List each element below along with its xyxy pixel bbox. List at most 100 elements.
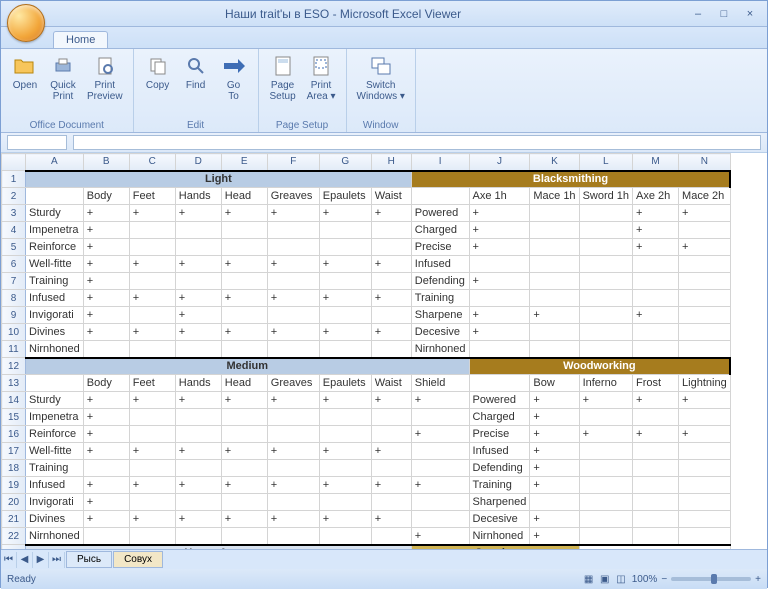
- cell[interactable]: +: [221, 256, 267, 273]
- cell[interactable]: [679, 443, 731, 460]
- cell[interactable]: [175, 460, 221, 477]
- cell[interactable]: [319, 426, 371, 443]
- cell[interactable]: Greaves: [267, 188, 319, 205]
- cell[interactable]: [530, 273, 579, 290]
- cell[interactable]: +: [633, 392, 679, 409]
- col-header[interactable]: K: [530, 154, 579, 171]
- cell[interactable]: +: [175, 205, 221, 222]
- cell[interactable]: +: [319, 443, 371, 460]
- cell[interactable]: [175, 409, 221, 426]
- cell[interactable]: +: [411, 528, 469, 545]
- cell[interactable]: [129, 528, 175, 545]
- zoom-slider[interactable]: [671, 577, 751, 581]
- cell[interactable]: +: [267, 324, 319, 341]
- cell[interactable]: +: [83, 273, 129, 290]
- cell[interactable]: +: [267, 443, 319, 460]
- cell[interactable]: [579, 239, 632, 256]
- cell[interactable]: +: [530, 392, 579, 409]
- cell[interactable]: Well-fitte: [26, 256, 84, 273]
- cell[interactable]: +: [83, 290, 129, 307]
- cell[interactable]: +: [221, 511, 267, 528]
- cell[interactable]: Infused: [411, 256, 469, 273]
- cell[interactable]: +: [371, 290, 411, 307]
- cell[interactable]: [83, 528, 129, 545]
- cell[interactable]: +: [267, 511, 319, 528]
- cell[interactable]: [633, 324, 679, 341]
- cell[interactable]: Inferno: [579, 375, 632, 392]
- cell[interactable]: [129, 307, 175, 324]
- cell[interactable]: [633, 511, 679, 528]
- cell[interactable]: [579, 409, 632, 426]
- row-header[interactable]: 23: [2, 545, 26, 550]
- col-header[interactable]: B: [83, 154, 129, 171]
- cell[interactable]: +: [679, 239, 731, 256]
- cell[interactable]: [579, 528, 632, 545]
- col-header[interactable]: G: [319, 154, 371, 171]
- cell[interactable]: +: [633, 426, 679, 443]
- cell[interactable]: [679, 494, 731, 511]
- cell[interactable]: +: [530, 528, 579, 545]
- cell[interactable]: Divines: [26, 511, 84, 528]
- cell[interactable]: Epaulets: [319, 188, 371, 205]
- cell[interactable]: Body: [83, 375, 129, 392]
- cell[interactable]: Infused: [469, 443, 530, 460]
- cell[interactable]: Axe 2h: [633, 188, 679, 205]
- cell[interactable]: Infused: [26, 290, 84, 307]
- cell[interactable]: [319, 341, 371, 358]
- cell[interactable]: [267, 409, 319, 426]
- cell[interactable]: [371, 494, 411, 511]
- cell[interactable]: [679, 409, 731, 426]
- cell[interactable]: [267, 273, 319, 290]
- cell[interactable]: +: [530, 511, 579, 528]
- cell[interactable]: [411, 188, 469, 205]
- cell[interactable]: [221, 239, 267, 256]
- cell[interactable]: [633, 460, 679, 477]
- cell[interactable]: [633, 443, 679, 460]
- cell[interactable]: Shield: [411, 375, 469, 392]
- cell[interactable]: [267, 426, 319, 443]
- cell[interactable]: [679, 528, 731, 545]
- col-header[interactable]: H: [371, 154, 411, 171]
- cell[interactable]: +: [175, 477, 221, 494]
- cell[interactable]: [579, 511, 632, 528]
- cell[interactable]: +: [633, 239, 679, 256]
- cell[interactable]: [83, 460, 129, 477]
- cell[interactable]: +: [371, 205, 411, 222]
- cell[interactable]: +: [267, 477, 319, 494]
- cell[interactable]: [579, 494, 632, 511]
- cell[interactable]: +: [175, 511, 221, 528]
- cell[interactable]: [679, 341, 731, 358]
- cell[interactable]: Precise: [411, 239, 469, 256]
- cell[interactable]: +: [371, 324, 411, 341]
- cell[interactable]: Waist: [371, 188, 411, 205]
- row-header[interactable]: 5: [2, 239, 26, 256]
- row-header[interactable]: 16: [2, 426, 26, 443]
- col-header[interactable]: I: [411, 154, 469, 171]
- row-header[interactable]: 9: [2, 307, 26, 324]
- cell[interactable]: [221, 409, 267, 426]
- cell[interactable]: [129, 273, 175, 290]
- ribbon-quick-print[interactable]: QuickPrint: [45, 52, 81, 119]
- cell[interactable]: [221, 307, 267, 324]
- cell[interactable]: [129, 460, 175, 477]
- ribbon-switch-windows-[interactable]: SwitchWindows ▾: [353, 52, 409, 119]
- ribbon-find[interactable]: Find: [178, 52, 214, 119]
- ribbon-page-setup[interactable]: PageSetup: [265, 52, 301, 119]
- cell[interactable]: +: [83, 392, 129, 409]
- cell[interactable]: Decesive: [411, 324, 469, 341]
- cell[interactable]: +: [129, 511, 175, 528]
- cell[interactable]: +: [221, 290, 267, 307]
- cell[interactable]: Nirnhoned: [26, 341, 84, 358]
- cell[interactable]: +: [129, 324, 175, 341]
- cell[interactable]: [175, 426, 221, 443]
- cell[interactable]: [267, 222, 319, 239]
- cell[interactable]: [579, 443, 632, 460]
- cell[interactable]: [221, 528, 267, 545]
- cell[interactable]: [319, 239, 371, 256]
- sheet-nav-button[interactable]: ▶: [33, 552, 49, 568]
- cell[interactable]: +: [319, 290, 371, 307]
- cell[interactable]: [530, 341, 579, 358]
- cell[interactable]: Nirnhoned: [26, 528, 84, 545]
- row-header[interactable]: 18: [2, 460, 26, 477]
- cell[interactable]: +: [633, 205, 679, 222]
